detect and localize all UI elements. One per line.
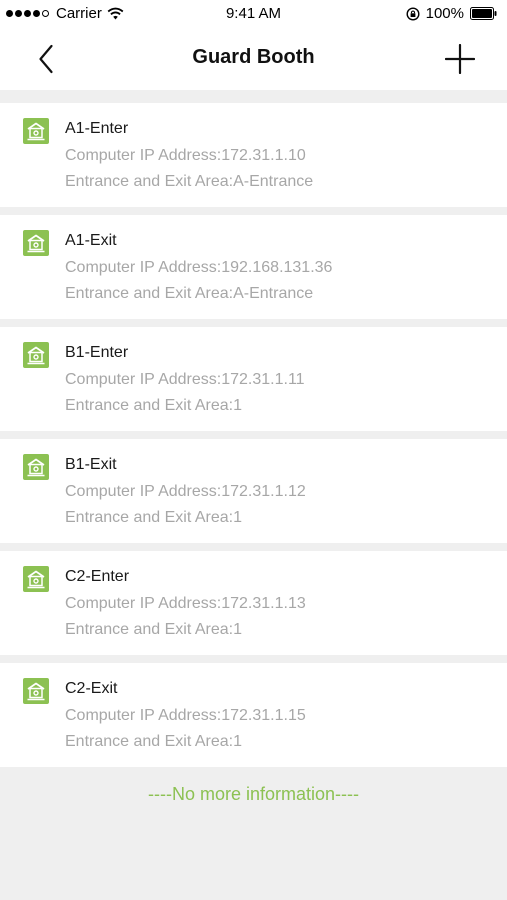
status-bar: Carrier 9:41 AM 100%	[0, 0, 507, 28]
computer-ip-address: Computer IP Address:172.31.1.12	[65, 483, 306, 500]
booth-name: C2-Exit	[65, 680, 118, 697]
guard-booth-list-item[interactable]: C2-Exit Computer IP Address:172.31.1.15 …	[0, 663, 507, 767]
add-button[interactable]	[443, 42, 477, 76]
guard-booth-icon	[23, 566, 49, 592]
battery-percent: 100%	[425, 5, 464, 22]
guard-booth-icon	[23, 118, 49, 144]
entrance-exit-area: Entrance and Exit Area:1	[65, 397, 242, 414]
booth-name: A1-Enter	[65, 120, 129, 137]
entrance-exit-area: Entrance and Exit Area:1	[65, 621, 242, 638]
guard-booth-icon	[23, 230, 49, 256]
computer-ip-address: Computer IP Address:172.31.1.10	[65, 147, 306, 164]
booth-name: A1-Exit	[65, 232, 117, 249]
navigation-bar: Guard Booth	[0, 28, 507, 90]
entrance-exit-area: Entrance and Exit Area:A-Entrance	[65, 285, 314, 302]
entrance-exit-area: Entrance and Exit Area:1	[65, 509, 242, 526]
computer-ip-address: Computer IP Address:172.31.1.11	[65, 371, 305, 388]
guard-booth-list-item[interactable]: B1-Exit Computer IP Address:172.31.1.12 …	[0, 439, 507, 543]
status-right: 100%	[406, 5, 497, 22]
guard-booth-list-item[interactable]: C2-Enter Computer IP Address:172.31.1.13…	[0, 551, 507, 655]
guard-booth-list: A1-Enter Computer IP Address:172.31.1.10…	[0, 103, 507, 775]
guard-booth-icon	[23, 678, 49, 704]
booth-name: B1-Exit	[65, 456, 117, 473]
guard-booth-list-item[interactable]: A1-Exit Computer IP Address:192.168.131.…	[0, 215, 507, 319]
entrance-exit-area: Entrance and Exit Area:1	[65, 733, 242, 750]
booth-name: B1-Enter	[65, 344, 129, 361]
guard-booth-list-item[interactable]: A1-Enter Computer IP Address:172.31.1.10…	[0, 103, 507, 207]
page-title: Guard Booth	[192, 46, 315, 68]
entrance-exit-area: Entrance and Exit Area:A-Entrance	[65, 173, 314, 190]
plus-icon	[445, 44, 475, 74]
computer-ip-address: Computer IP Address:172.31.1.13	[65, 595, 306, 612]
guard-booth-list-item[interactable]: B1-Enter Computer IP Address:172.31.1.11…	[0, 327, 507, 431]
no-more-information-label: ----No more information----	[147, 784, 360, 804]
rotation-lock-icon	[406, 6, 420, 21]
guard-booth-icon	[23, 342, 49, 368]
computer-ip-address: Computer IP Address:192.168.131.36	[65, 259, 333, 276]
booth-name: C2-Enter	[65, 568, 130, 585]
computer-ip-address: Computer IP Address:172.31.1.15	[65, 707, 306, 724]
battery-icon	[470, 7, 497, 20]
guard-booth-icon	[23, 454, 49, 480]
